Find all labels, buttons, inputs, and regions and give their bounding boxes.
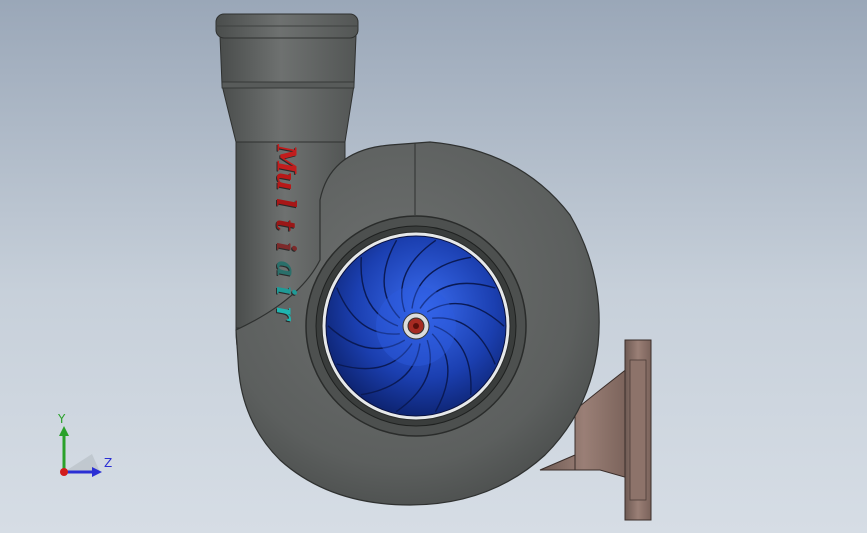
label-letter: t — [269, 218, 300, 232]
label-letter: a — [269, 260, 300, 278]
x-axis-dot — [60, 468, 68, 476]
label-letter: M — [270, 144, 300, 174]
graphics-viewport[interactable]: Multiair Y Z — [0, 0, 867, 533]
label-letter: r — [269, 306, 300, 320]
y-axis-label: Y — [58, 412, 66, 426]
label-letter: i — [269, 242, 300, 252]
z-axis-label: Z — [104, 456, 113, 470]
blower-model[interactable] — [0, 0, 867, 533]
label-letter: i — [269, 286, 300, 296]
view-triad: Y Z — [54, 412, 124, 480]
impeller[interactable] — [325, 235, 507, 417]
multiair-label: Multiair — [269, 144, 300, 324]
label-letter: l — [269, 198, 300, 208]
label-letter: u — [270, 171, 300, 191]
